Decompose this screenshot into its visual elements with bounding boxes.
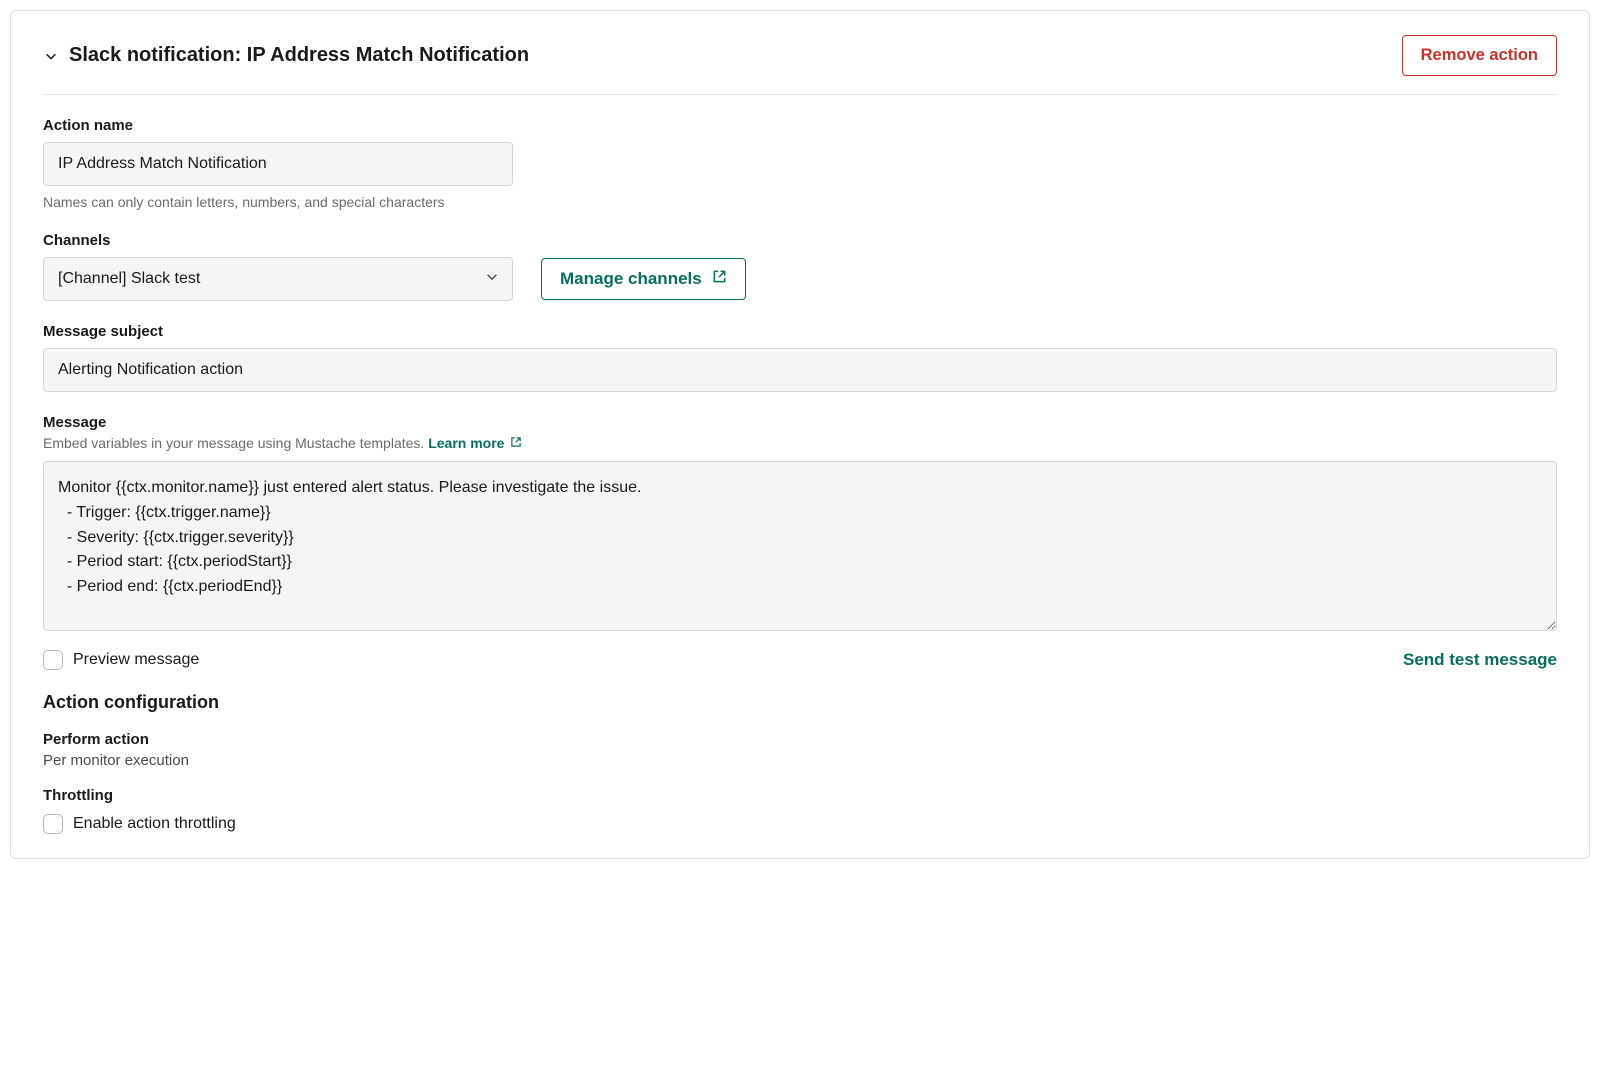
action-card: Slack notification: IP Address Match Not… — [10, 10, 1590, 859]
throttling-label: Throttling — [43, 787, 1557, 804]
action-name-help: Names can only contain letters, numbers,… — [43, 194, 1557, 210]
enable-throttling-checkbox[interactable] — [43, 814, 63, 834]
preview-checkbox-row[interactable]: Preview message — [43, 650, 199, 670]
action-name-group: Action name Names can only contain lette… — [43, 117, 1557, 210]
learn-more-link[interactable]: Learn more — [428, 435, 522, 451]
perform-action-label: Perform action — [43, 731, 1557, 748]
chevron-down-icon — [43, 48, 59, 64]
preview-message-checkbox[interactable] — [43, 650, 63, 670]
action-configuration-heading: Action configuration — [43, 692, 1557, 713]
channels-selected-value: [Channel] Slack test — [43, 257, 513, 301]
external-link-icon — [712, 269, 727, 289]
external-link-icon — [510, 435, 522, 451]
card-header: Slack notification: IP Address Match Not… — [43, 35, 1557, 95]
title-row[interactable]: Slack notification: IP Address Match Not… — [43, 44, 529, 67]
enable-throttling-label: Enable action throttling — [73, 815, 236, 833]
message-help: Embed variables in your message using Mu… — [43, 435, 1557, 451]
remove-action-button[interactable]: Remove action — [1402, 35, 1557, 76]
action-name-label: Action name — [43, 117, 1557, 134]
message-help-text: Embed variables in your message using Mu… — [43, 435, 428, 451]
message-group: Message Embed variables in your message … — [43, 414, 1557, 636]
send-test-message-button[interactable]: Send test message — [1403, 650, 1557, 670]
preview-row: Preview message Send test message — [43, 650, 1557, 670]
preview-message-label: Preview message — [73, 651, 199, 669]
throttling-checkbox-row[interactable]: Enable action throttling — [43, 814, 1557, 834]
learn-more-label: Learn more — [428, 435, 504, 451]
action-name-input[interactable] — [43, 142, 513, 186]
manage-channels-label: Manage channels — [560, 269, 702, 289]
channels-label: Channels — [43, 232, 1557, 249]
perform-action-value: Per monitor execution — [43, 752, 1557, 769]
message-subject-label: Message subject — [43, 323, 1557, 340]
channels-select[interactable]: [Channel] Slack test — [43, 257, 513, 301]
card-title: Slack notification: IP Address Match Not… — [69, 44, 529, 67]
channels-group: Channels [Channel] Slack test Manage cha… — [43, 232, 1557, 301]
message-subject-input[interactable] — [43, 348, 1557, 392]
message-label: Message — [43, 414, 1557, 431]
message-subject-group: Message subject — [43, 323, 1557, 392]
message-textarea[interactable] — [43, 461, 1557, 631]
manage-channels-button[interactable]: Manage channels — [541, 258, 746, 300]
